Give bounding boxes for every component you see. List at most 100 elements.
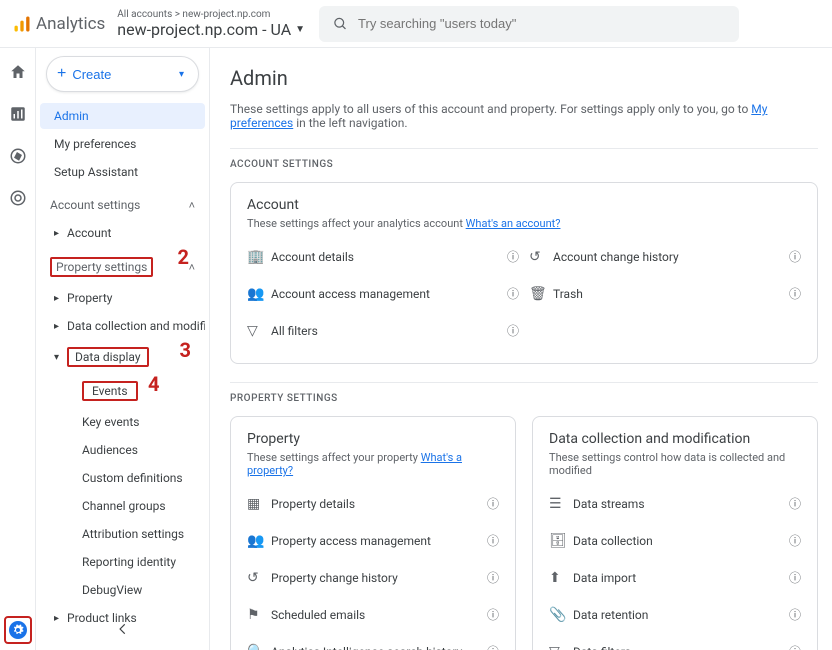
row-property-details[interactable]: ▦Property detailsⓘ — [247, 485, 499, 522]
breadcrumb[interactable]: All accounts > new-project.np.com new-pr… — [117, 9, 305, 39]
nav-account-settings-header[interactable]: Account settings˄ — [40, 192, 205, 218]
nav-events[interactable]: Events — [40, 375, 205, 407]
section-property-settings: PROPERTY SETTINGS — [230, 382, 818, 404]
gear-icon — [9, 621, 27, 639]
chevron-up-icon: ˄ — [189, 261, 195, 274]
caret-right-icon: ▸ — [54, 293, 59, 304]
nav-account[interactable]: ▸Account — [40, 220, 205, 246]
home-icon[interactable] — [8, 62, 28, 82]
caret-right-icon: ▸ — [54, 613, 59, 624]
sidebar-nav: + Create ▾ Admin My preferences Setup As… — [36, 48, 210, 650]
nav-admin[interactable]: Admin — [40, 103, 205, 129]
section-account-settings: ACCOUNT SETTINGS — [230, 148, 818, 170]
row-all-filters[interactable]: ▽All filtersⓘ — [247, 312, 519, 349]
help-icon[interactable]: ⓘ — [487, 569, 499, 586]
help-icon[interactable]: ⓘ — [789, 248, 801, 265]
analytics-logo[interactable]: Analytics — [12, 14, 105, 34]
analytics-logo-icon — [12, 14, 32, 34]
plus-icon: + — [57, 65, 66, 83]
nav-debugview[interactable]: DebugView — [40, 577, 205, 603]
help-icon[interactable]: ⓘ — [487, 643, 499, 650]
people-icon: 👥 — [247, 286, 271, 302]
reports-icon[interactable] — [8, 104, 28, 124]
caret-right-icon: ▸ — [54, 228, 59, 239]
history-icon: ↺ — [247, 570, 271, 586]
nav-attribution-settings[interactable]: Attribution settings — [40, 521, 205, 547]
upload-icon: ⬆ — [549, 570, 573, 586]
row-data-retention[interactable]: 📎Data retentionⓘ — [549, 596, 801, 633]
row-data-streams[interactable]: ☰Data streamsⓘ — [549, 485, 801, 522]
card-property: Property These settings affect your prop… — [230, 416, 516, 650]
caret-down-icon: ▾ — [54, 352, 59, 363]
explore-icon[interactable] — [8, 146, 28, 166]
help-icon[interactable]: ⓘ — [789, 606, 801, 623]
nav-setup-assistant[interactable]: Setup Assistant — [40, 159, 205, 185]
nav-data-collection-mod[interactable]: ▸Data collection and modification — [40, 313, 205, 339]
admin-gear-button[interactable] — [4, 616, 32, 644]
search-icon — [333, 16, 348, 32]
clip-icon: 📎 — [549, 607, 573, 623]
brand-name: Analytics — [36, 14, 105, 34]
side-rail: 1 — [0, 48, 36, 650]
help-icon[interactable]: ⓘ — [507, 248, 519, 265]
help-icon[interactable]: ⓘ — [789, 643, 801, 650]
whats-an-account-link[interactable]: What's an account? — [466, 217, 561, 230]
create-button[interactable]: + Create ▾ — [46, 56, 199, 92]
chevron-up-icon: ˄ — [189, 199, 195, 212]
nav-custom-definitions[interactable]: Custom definitions — [40, 465, 205, 491]
page-title: Admin — [230, 66, 818, 90]
building-icon: 🏢 — [247, 249, 271, 265]
help-icon[interactable]: ⓘ — [789, 285, 801, 302]
row-data-collection[interactable]: 🗄Data collectionⓘ — [549, 522, 801, 559]
annotation-4: 4 — [148, 372, 159, 396]
help-icon[interactable]: ⓘ — [487, 495, 499, 512]
breadcrumb-path: All accounts > new-project.np.com — [117, 9, 305, 20]
caret-down-icon: ▾ — [179, 69, 184, 80]
row-trash[interactable]: 🗑Trashⓘ — [529, 275, 801, 312]
search-bar[interactable] — [319, 6, 739, 42]
nav-audiences[interactable]: Audiences — [40, 437, 205, 463]
help-icon[interactable]: ⓘ — [507, 322, 519, 339]
card-account: Account These settings affect your analy… — [230, 182, 818, 364]
help-icon[interactable]: ⓘ — [789, 532, 801, 549]
row-data-filters[interactable]: ▽Data filtersⓘ — [549, 633, 801, 650]
breadcrumb-current: new-project.np.com - UA — [117, 20, 291, 39]
row-search-history[interactable]: 🔍Analytics Intelligence search historyⓘ — [247, 633, 499, 650]
dropdown-caret-icon: ▼ — [295, 24, 305, 35]
help-icon[interactable]: ⓘ — [507, 285, 519, 302]
nav-key-events[interactable]: Key events — [40, 409, 205, 435]
create-label: Create — [72, 67, 111, 82]
row-account-history[interactable]: ↺Account change historyⓘ — [529, 238, 801, 275]
annotation-2: 2 — [178, 245, 189, 269]
help-icon[interactable]: ⓘ — [789, 495, 801, 512]
streams-icon: ☰ — [549, 496, 573, 512]
help-icon[interactable]: ⓘ — [487, 606, 499, 623]
main-content: Admin These settings apply to all users … — [210, 48, 832, 650]
filter-icon: ▽ — [549, 644, 573, 650]
nav-channel-groups[interactable]: Channel groups — [40, 493, 205, 519]
row-property-access[interactable]: 👥Property access managementⓘ — [247, 522, 499, 559]
row-account-access[interactable]: 👥Account access managementⓘ — [247, 275, 519, 312]
nav-reporting-identity[interactable]: Reporting identity — [40, 549, 205, 575]
flag-icon: ⚑ — [247, 607, 271, 623]
search-people-icon: 🔍 — [247, 644, 271, 650]
advertising-icon[interactable] — [8, 188, 28, 208]
people-icon: 👥 — [247, 533, 271, 549]
caret-right-icon: ▸ — [54, 321, 59, 332]
nav-my-preferences[interactable]: My preferences — [40, 131, 205, 157]
row-scheduled-emails[interactable]: ⚑Scheduled emailsⓘ — [247, 596, 499, 633]
database-icon: 🗄 — [549, 533, 573, 549]
row-account-details[interactable]: 🏢Account detailsⓘ — [247, 238, 519, 275]
card-data-collection: Data collection and modification These s… — [532, 416, 818, 650]
help-icon[interactable]: ⓘ — [789, 569, 801, 586]
row-data-import[interactable]: ⬆Data importⓘ — [549, 559, 801, 596]
trash-icon: 🗑 — [529, 286, 553, 302]
help-icon[interactable]: ⓘ — [487, 532, 499, 549]
nav-property[interactable]: ▸Property — [40, 285, 205, 311]
search-input[interactable] — [358, 16, 725, 31]
collapse-sidebar-icon[interactable] — [116, 622, 130, 636]
history-icon: ↺ — [529, 249, 553, 265]
page-subtitle: These settings apply to all users of thi… — [230, 102, 818, 130]
filter-icon: ▽ — [247, 323, 271, 339]
row-property-history[interactable]: ↺Property change historyⓘ — [247, 559, 499, 596]
